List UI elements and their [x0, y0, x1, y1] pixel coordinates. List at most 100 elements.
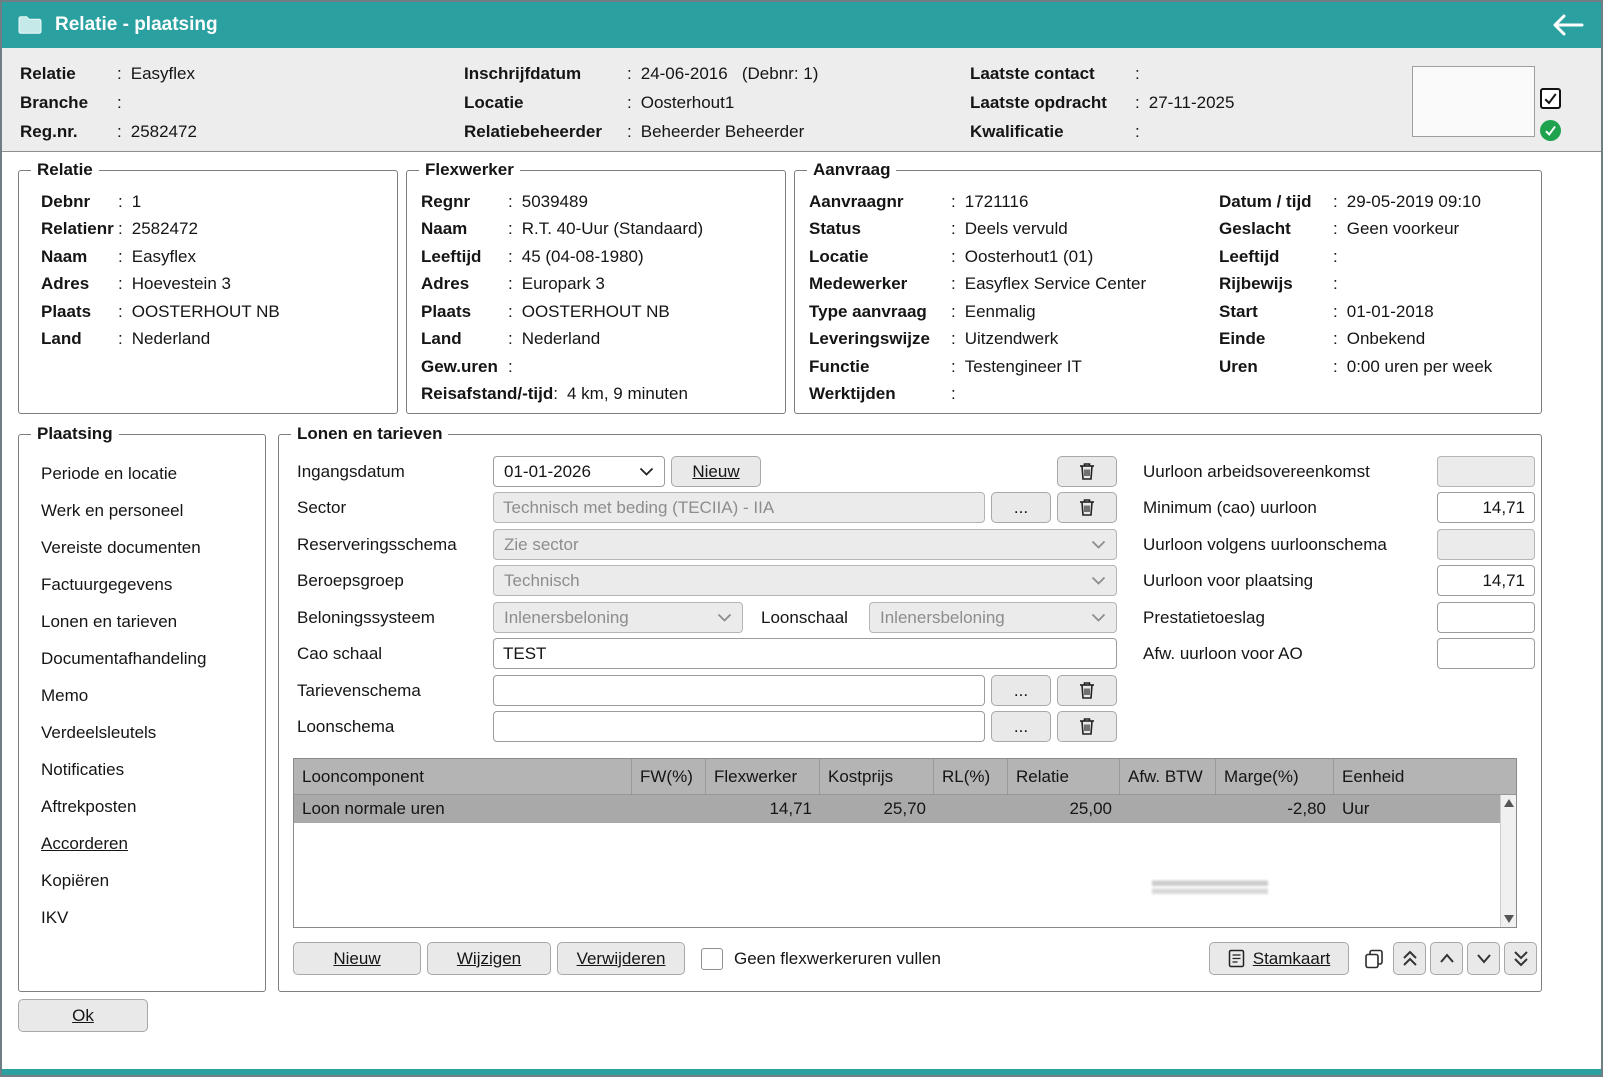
sector-label: Sector: [297, 492, 346, 523]
looncomponenten-table: Looncomponent FW(%) Flexwerker Kostprijs…: [293, 758, 1517, 928]
nieuw-looncomponent-button[interactable]: Nieuw: [293, 942, 421, 975]
scroll-up-icon[interactable]: [1504, 799, 1514, 807]
field-label: Inschrijfdatum: [464, 64, 627, 84]
chevron-up-icon: [1437, 949, 1457, 968]
sidebar-item-ikv[interactable]: IKV: [19, 899, 265, 936]
double-chevron-up-button[interactable]: [1393, 942, 1426, 975]
header-cell-relatie: Relatie: [1008, 759, 1120, 794]
field-value: Uitzendwerk: [965, 329, 1059, 349]
field-value: 0:00 uren per week: [1347, 357, 1493, 377]
sidebar-item-factuurgegevens[interactable]: Factuurgegevens: [19, 566, 265, 603]
field-label: Relatie: [20, 64, 117, 84]
chevron-down-button[interactable]: [1467, 942, 1500, 975]
header-field-inschrijfdatum: Inschrijfdatum24-06-2016 (Debnr: 1): [464, 59, 818, 88]
chevron-down-icon: [717, 613, 732, 622]
cao-schaal-input[interactable]: [493, 638, 1117, 669]
table-row-loon-normale-uren[interactable]: Loon normale uren 14,71 25,70 25,00 -2,8…: [294, 795, 1500, 823]
field-label: Adres: [421, 274, 508, 294]
header-cell-kostprijs: Kostprijs: [820, 759, 934, 794]
field-value: OOSTERHOUT NB: [522, 302, 670, 322]
beroepsgroep-label: Beroepsgroep: [297, 565, 404, 596]
stamkaart-button[interactable]: Stamkaart: [1209, 942, 1349, 975]
field-label: Naam: [41, 247, 118, 267]
nieuw-ingangsdatum-button[interactable]: Nieuw: [671, 456, 761, 487]
field-label: Locatie: [464, 93, 627, 113]
back-button[interactable]: [1549, 12, 1585, 38]
geen-flexwerkeruren-checkbox[interactable]: [701, 948, 723, 970]
chevron-up-button[interactable]: [1430, 942, 1463, 975]
wijzigen-button[interactable]: Wijzigen: [427, 942, 551, 975]
relatie-plaatsing-window: Relatie - plaatsing RelatieEasyflex Bran…: [0, 0, 1603, 1077]
scroll-down-icon[interactable]: [1504, 915, 1514, 923]
field-value: Geen voorkeur: [1347, 219, 1459, 239]
groupbox-relatie: Relatie Debnr1 Relatienr2582472 NaamEasy…: [18, 170, 398, 414]
field-label: Adres: [41, 274, 118, 294]
tarievenschema-browse-button[interactable]: ...: [991, 675, 1051, 706]
field-row-leveringswijze: LeveringswijzeUitzendwerk: [809, 326, 1146, 354]
afw-uurloon-ao-input[interactable]: [1437, 638, 1535, 669]
header-col-inschrijving: Inschrijfdatum24-06-2016 (Debnr: 1) Loca…: [464, 59, 818, 146]
copy-button[interactable]: [1359, 946, 1389, 972]
field-label: Locatie: [809, 247, 951, 267]
sidebar-item-verdeelsleutels[interactable]: Verdeelsleutels: [19, 714, 265, 751]
loonschema-delete-button[interactable]: [1057, 711, 1117, 742]
sector-delete-button[interactable]: [1057, 492, 1117, 523]
field-value: Testengineer IT: [965, 357, 1082, 377]
field-label: Leeftijd: [1219, 247, 1333, 267]
ok-button[interactable]: Ok: [18, 999, 148, 1032]
tarievenschema-input[interactable]: [493, 675, 985, 706]
check-icon: [1543, 91, 1558, 106]
sidebar-item-notificaties[interactable]: Notificaties: [19, 751, 265, 788]
field-label: Branche: [20, 93, 117, 113]
field-row-rijbewijs: Rijbewijs: [1219, 271, 1492, 299]
field-label: Start: [1219, 302, 1333, 322]
minimum-cao-uurloon-input[interactable]: [1437, 492, 1535, 523]
field-label: Naam: [421, 219, 508, 239]
check-icon: [1544, 124, 1557, 137]
verwijderen-button[interactable]: Verwijderen: [557, 942, 685, 975]
field-label: Laatste contact: [970, 64, 1135, 84]
sidebar-item-documentafhandeling[interactable]: Documentafhandeling: [19, 640, 265, 677]
aanvraag-right-column: Datum / tijd29-05-2019 09:10 GeslachtGee…: [1219, 188, 1492, 381]
prestatietoeslag-input[interactable]: [1437, 602, 1535, 633]
header-field-kwalificatie: Kwalificatie: [970, 117, 1234, 146]
field-label: Aanvraagnr: [809, 192, 951, 212]
field-label: Leeftijd: [421, 247, 508, 267]
sidebar-item-lonen-en-tarieven[interactable]: Lonen en tarieven: [19, 603, 265, 640]
field-row-debnr: Debnr1: [41, 188, 397, 216]
field-row-land: LandNederland: [41, 326, 397, 354]
field-value: 2582472: [132, 219, 198, 239]
tarievenschema-delete-button[interactable]: [1057, 675, 1117, 706]
field-label: Status: [809, 219, 951, 239]
loonschema-input[interactable]: [493, 711, 985, 742]
double-chevron-down-icon: [1511, 949, 1531, 968]
sidebar-item-vereiste-documenten[interactable]: Vereiste documenten: [19, 529, 265, 566]
reserveringsschema-select: Zie sector: [493, 529, 1117, 560]
loonschema-browse-button[interactable]: ...: [991, 711, 1051, 742]
stamkaart-icon: [1228, 949, 1245, 968]
ingangsdatum-delete-button[interactable]: [1057, 456, 1117, 487]
field-value: 1721116: [965, 192, 1029, 212]
sidebar-item-kopieren[interactable]: Kopiëren: [19, 862, 265, 899]
double-chevron-down-button[interactable]: [1504, 942, 1537, 975]
sidebar-item-werk-en-personeel[interactable]: Werk en personeel: [19, 492, 265, 529]
trash-icon: [1079, 498, 1095, 517]
afw-uurloon-ao-label: Afw. uurloon voor AO: [1143, 638, 1303, 669]
double-chevron-up-icon: [1400, 949, 1420, 968]
sidebar-item-memo[interactable]: Memo: [19, 677, 265, 714]
header-cell-afw-btw: Afw. BTW: [1120, 759, 1216, 794]
uurloon-arbeidsovereenkomst-input: [1437, 456, 1535, 487]
sidebar-item-periode-en-locatie[interactable]: Periode en locatie: [19, 455, 265, 492]
field-row-start: Start01-01-2018: [1219, 298, 1492, 326]
uurloon-voor-plaatsing-input[interactable]: [1437, 565, 1535, 596]
field-label: Plaats: [41, 302, 118, 322]
field-value: 1: [132, 192, 141, 212]
sidebar-item-aftrekposten[interactable]: Aftrekposten: [19, 788, 265, 825]
sector-browse-button[interactable]: ...: [991, 492, 1051, 523]
sidebar-item-accorderen[interactable]: Accorderen: [19, 825, 265, 862]
table-scrollbar[interactable]: [1500, 795, 1516, 927]
ingangsdatum-select[interactable]: 01-01-2026: [493, 456, 665, 487]
field-value: Oosterhout1: [641, 93, 735, 113]
header-checked-checkbox[interactable]: [1540, 88, 1561, 109]
groupbox-flexwerker: Flexwerker Regnr5039489 NaamR.T. 40-Uur …: [406, 170, 786, 414]
